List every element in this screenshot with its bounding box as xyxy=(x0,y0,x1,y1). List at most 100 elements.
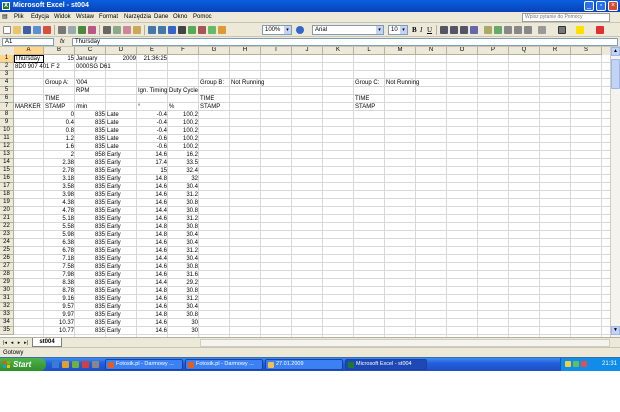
column-header-s[interactable]: S xyxy=(571,47,602,55)
menu-tools[interactable]: Narzędzia xyxy=(124,13,151,22)
restore-button[interactable]: ▫ xyxy=(596,1,606,11)
cell-b25[interactable]: 6.78 xyxy=(44,247,75,255)
scroll-thumb[interactable] xyxy=(611,59,620,89)
cell-f27[interactable]: 30.8 xyxy=(168,263,199,271)
column-header-a[interactable]: A xyxy=(14,47,44,55)
cell-a2[interactable]: 8D0 907 401 F 2 xyxy=(14,63,61,71)
paste-icon[interactable] xyxy=(123,26,131,34)
excel-icon[interactable]: X xyxy=(2,2,10,10)
cell-e24[interactable]: 14.6 xyxy=(137,239,168,247)
cell-g7[interactable]: STAMP xyxy=(199,103,221,111)
cell-b14[interactable]: 2.38 xyxy=(44,159,75,167)
vertical-scrollbar[interactable]: ▲ ▼ xyxy=(610,47,620,337)
cell-b34[interactable]: 10.37 xyxy=(44,319,75,327)
cell-d24[interactable]: Early xyxy=(106,239,122,247)
cell-c23[interactable]: 835 xyxy=(75,231,106,239)
cell-f18[interactable]: 31.2 xyxy=(168,191,199,199)
row-header-17[interactable]: 17 xyxy=(0,183,14,191)
research-icon[interactable] xyxy=(88,26,96,34)
fill-color-icon[interactable] xyxy=(576,26,584,34)
cell-e11[interactable]: -0.6 xyxy=(137,135,168,143)
quicklaunch-media-icon[interactable] xyxy=(82,361,89,368)
column-header-j[interactable]: J xyxy=(292,47,323,55)
worksheet-grid[interactable]: ABCDEFGHIJKLMNOPQRS 1 2 3 4 5 6 7 8 9 10 11 12 13 14 1… xyxy=(0,47,610,337)
cell-f16[interactable]: 32 xyxy=(168,175,199,183)
cell-b19[interactable]: 4.38 xyxy=(44,199,75,207)
fx-icon[interactable]: fx xyxy=(60,38,65,46)
autosum-icon[interactable] xyxy=(178,26,186,34)
align-center-icon[interactable] xyxy=(450,26,458,34)
cell-g4[interactable]: Group B: xyxy=(199,79,225,87)
cell-a7[interactable]: MARKER xyxy=(14,103,42,111)
column-header-r[interactable]: R xyxy=(540,47,571,55)
cell-e16[interactable]: 14.8 xyxy=(137,175,168,183)
font-color-icon[interactable] xyxy=(596,26,604,34)
percent-icon[interactable] xyxy=(494,26,502,34)
cell-f21[interactable]: 31.2 xyxy=(168,215,199,223)
cell-c1[interactable]: January xyxy=(75,55,98,63)
cell-e30[interactable]: 14.8 xyxy=(137,287,168,295)
cell-e20[interactable]: 14.4 xyxy=(137,207,168,215)
cell-c18[interactable]: 835 xyxy=(75,191,106,199)
row-header-3[interactable]: 3 xyxy=(0,71,14,79)
format-painter-icon[interactable] xyxy=(133,26,141,34)
row-header-31[interactable]: 31 xyxy=(0,295,14,303)
cell-d29[interactable]: Early xyxy=(106,279,122,287)
cell-c12[interactable]: 835 xyxy=(75,143,106,151)
column-header-k[interactable]: K xyxy=(323,47,354,55)
tray-network-icon[interactable] xyxy=(565,361,571,367)
cell-f23[interactable]: 30.4 xyxy=(168,231,199,239)
column-header-n[interactable]: N xyxy=(416,47,447,55)
merge-center-icon[interactable] xyxy=(470,26,478,34)
cell-b17[interactable]: 3.58 xyxy=(44,183,75,191)
row-header-4[interactable]: 4 xyxy=(0,79,14,87)
cell-d34[interactable]: Early xyxy=(106,319,122,327)
cell-e21[interactable]: 14.6 xyxy=(137,215,168,223)
cell-c4[interactable]: '004 xyxy=(75,79,88,87)
cell-c10[interactable]: 835 xyxy=(75,127,106,135)
cell-e27[interactable]: 14.6 xyxy=(137,263,168,271)
row-header-1[interactable]: 1 xyxy=(0,55,14,63)
formula-input[interactable]: Thursday xyxy=(72,38,618,46)
menu-format[interactable]: Format xyxy=(99,13,118,22)
print-icon[interactable] xyxy=(58,26,66,34)
cell-f35[interactable]: 30 xyxy=(168,327,199,335)
cell-c22[interactable]: 835 xyxy=(75,223,106,231)
cell-e28[interactable]: 14.6 xyxy=(137,271,168,279)
cell-g6[interactable]: TIME xyxy=(199,95,215,103)
cell-d21[interactable]: Early xyxy=(106,215,122,223)
cut-icon[interactable] xyxy=(103,26,111,34)
cell-e1[interactable]: 21:36:25 xyxy=(137,55,168,63)
cell-d25[interactable]: Early xyxy=(106,247,122,255)
increase-decimal-icon[interactable] xyxy=(514,26,522,34)
cell-e14[interactable]: 17.4 xyxy=(137,159,168,167)
redo-icon[interactable] xyxy=(158,26,166,34)
column-header-d[interactable]: D xyxy=(106,47,137,55)
cell-e22[interactable]: 14.8 xyxy=(137,223,168,231)
row-header-2[interactable]: 2 xyxy=(0,63,14,71)
cell-c24[interactable]: 835 xyxy=(75,239,106,247)
cell-c34[interactable]: 835 xyxy=(75,319,106,327)
cell-f25[interactable]: 31.2 xyxy=(168,247,199,255)
bold-button[interactable]: B xyxy=(412,26,417,34)
copy-icon[interactable] xyxy=(113,26,121,34)
cell-c21[interactable]: 835 xyxy=(75,215,106,223)
scroll-down-icon[interactable]: ▼ xyxy=(611,326,620,335)
menu-view[interactable]: Widok xyxy=(54,13,71,22)
cell-c26[interactable]: 835 xyxy=(75,255,106,263)
decrease-decimal-icon[interactable] xyxy=(524,26,532,34)
row-header-30[interactable]: 30 xyxy=(0,287,14,295)
cell-e10[interactable]: -0.4 xyxy=(137,127,168,135)
cell-b23[interactable]: 5.98 xyxy=(44,231,75,239)
cell-m4[interactable]: Not Running xyxy=(385,79,420,87)
next-sheet-icon[interactable]: ▸ xyxy=(16,339,22,347)
cell-f20[interactable]: 30.8 xyxy=(168,207,199,215)
column-header-h[interactable]: H xyxy=(230,47,261,55)
row-header-8[interactable]: 8 xyxy=(0,111,14,119)
cell-e9[interactable]: -0.4 xyxy=(137,119,168,127)
cell-c13[interactable]: 858 xyxy=(75,151,106,159)
cell-d18[interactable]: Early xyxy=(106,191,122,199)
column-header-c[interactable]: C xyxy=(75,47,106,55)
cell-f5[interactable]: Duty Cycle xyxy=(168,87,199,95)
cell-d20[interactable]: Early xyxy=(106,207,122,215)
